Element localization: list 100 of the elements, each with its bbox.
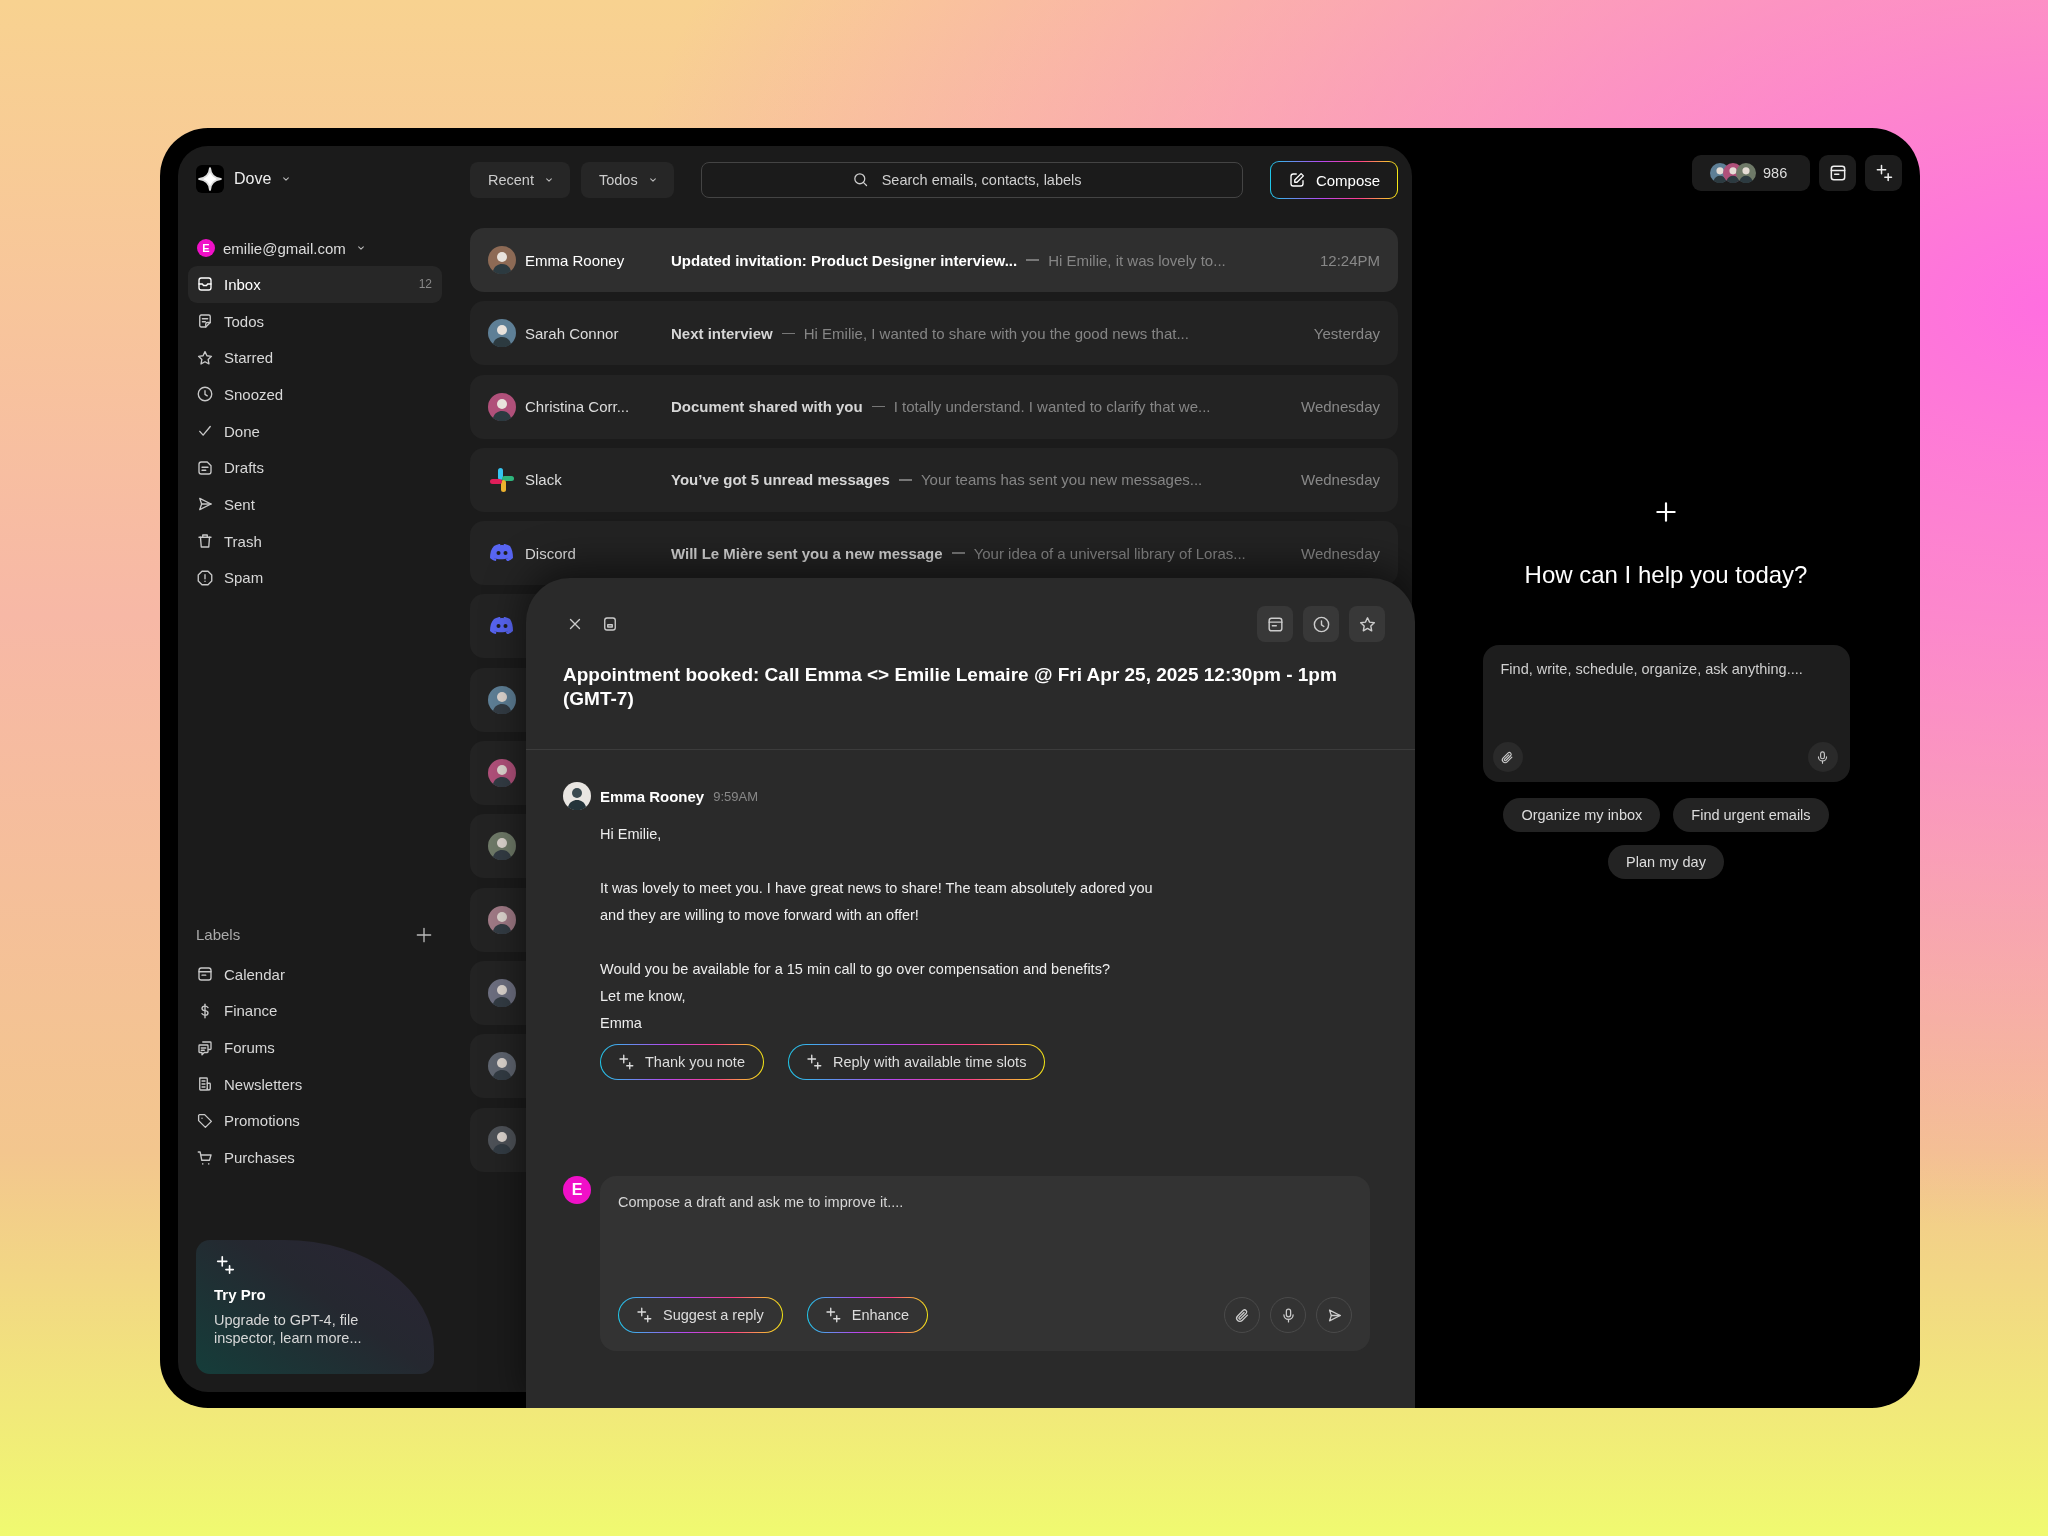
star-button[interactable]: [1349, 606, 1385, 642]
email-time: Yesterday: [1313, 324, 1380, 342]
note-icon: [196, 312, 214, 331]
email-subject: Next interview: [671, 324, 773, 342]
trash-icon: [196, 532, 214, 551]
calendar-button[interactable]: [1819, 155, 1856, 191]
email-row[interactable]: Emma Rooney Updated invitation: Product Designer interview... Hi Emilie, it was lovely to... 12:24PM: [470, 228, 1398, 292]
paperclip-icon: [1233, 1306, 1251, 1324]
email-row[interactable]: Christina Corr... Document shared with you I totally understand. I wanted to clarify that we... Wednesday: [470, 374, 1398, 439]
account-switcher[interactable]: E emilie@gmail.com: [196, 236, 442, 260]
email-preview: I totally understand. I wanted to clarify that we...: [893, 398, 1212, 416]
search-field[interactable]: Search emails, contacts, labels: [700, 162, 1243, 198]
message-paragraph: Hi Emilie,: [600, 825, 663, 844]
email-row[interactable]: Slack You’ve got 5 unread messages Your teams has sent you new messages... Wednesday: [470, 447, 1398, 512]
email-preview: Hi Emilie, I wanted to share with you the good news that...: [803, 324, 1190, 342]
avatar: [488, 759, 516, 788]
sidebar-item[interactable]: Finance: [188, 992, 442, 1030]
sidebar-item[interactable]: Trash: [188, 522, 442, 560]
document-icon: [196, 458, 214, 477]
clock-icon: [196, 385, 214, 404]
sparkles-icon: [823, 1306, 842, 1324]
separator-dash: [781, 332, 795, 335]
filter-dropdown[interactable]: Recent: [470, 162, 570, 198]
separator-dash: [898, 479, 912, 481]
message-paragraph: It was lovely to meet you. I have great news to share! The team absolutely adored you and they are willing to move forward with an offer!: [600, 879, 1154, 925]
email-subject: Document shared with you: [671, 398, 863, 416]
separator-dash: [1026, 259, 1040, 261]
sidebar-item[interactable]: Spam: [188, 559, 442, 597]
sidebar-item[interactable]: Newsletters: [188, 1065, 442, 1103]
email-time: 12:24PM: [1319, 251, 1380, 269]
sender-name: Emma Rooney: [525, 251, 626, 269]
compose-button[interactable]: Compose: [1270, 161, 1398, 199]
email-time: Wednesday: [1301, 471, 1380, 489]
tag-icon: [196, 1111, 214, 1130]
section-heading: Labels: [196, 926, 241, 944]
calendar-button[interactable]: [1257, 606, 1293, 642]
separator-dash: [871, 405, 885, 408]
assistant-heading: How can I help you today?: [1524, 561, 1808, 589]
email-row[interactable]: Discord Will Le Mière sent you a new message Your idea of a universal library of Loras... Wednesday: [470, 521, 1398, 586]
avatar: E: [563, 1176, 591, 1204]
star-icon: [196, 348, 214, 367]
card-title: Try Pro: [214, 1286, 267, 1303]
tray-icon[interactable]: [601, 615, 619, 633]
email-preview: Hi Emilie, it was lovely to...: [1048, 251, 1227, 269]
sparkles-icon: [804, 1053, 823, 1071]
star-icon: [1357, 614, 1377, 634]
email-time: Wednesday: [1301, 398, 1380, 416]
ai-action-button[interactable]: Suggest a reply: [618, 1297, 783, 1333]
sidebar-item[interactable]: Todos: [188, 302, 442, 340]
email-row[interactable]: Sarah Connor Next interview Hi Emilie, I wanted to share with you the good news that... Yesterday: [470, 301, 1398, 366]
edit-icon: [1287, 171, 1306, 189]
avatar: [488, 1052, 516, 1081]
assistant-field[interactable]: Find, write, schedule, organize, ask anything....: [1482, 645, 1850, 782]
filter-dropdown[interactable]: Todos: [580, 162, 674, 198]
sender-name: Christina Corr...: [525, 398, 631, 416]
prompt-chip[interactable]: Find urgent emails: [1673, 798, 1829, 832]
microphone-icon: [1815, 749, 1830, 765]
suggestion-chip[interactable]: Thank you note: [600, 1044, 764, 1080]
email-subject: Updated invitation: Product Designer interview...: [671, 251, 1018, 269]
sender-name: Slack: [525, 471, 563, 489]
sidebar-item[interactable]: Forums: [188, 1029, 442, 1066]
sidebar-item[interactable]: Calendar: [188, 955, 442, 993]
members-button[interactable]: 986: [1692, 155, 1810, 191]
account-email: emilie@gmail.com: [223, 239, 346, 257]
avatar: [488, 392, 516, 421]
sidebar-item[interactable]: Sent: [188, 486, 442, 523]
sidebar-item[interactable]: Promotions: [188, 1102, 442, 1140]
ai-button[interactable]: [1865, 155, 1902, 191]
sender-name: Discord: [525, 544, 577, 562]
avatar: [488, 685, 516, 714]
sidebar-item[interactable]: Done: [188, 412, 442, 450]
unread-count: 12: [418, 277, 432, 292]
calendar-icon: [1265, 614, 1285, 634]
clock-icon: [1311, 614, 1331, 634]
paperclip-icon: [1500, 749, 1515, 765]
email-preview: Your teams has sent you new messages...: [920, 471, 1204, 489]
sidebar-item[interactable]: Purchases: [188, 1139, 442, 1176]
sender-name: Sarah Connor: [525, 324, 620, 342]
chat-icon: [196, 1038, 214, 1057]
workspace-menu[interactable]: Dove: [234, 170, 294, 188]
card-text: Upgrade to GPT-4, file inspector, learn more...: [214, 1311, 363, 1347]
sparkles-icon: [617, 1053, 635, 1071]
upgrade-card[interactable]: Try Pro Upgrade to GPT-4, file inspector, learn more...: [196, 1240, 434, 1374]
sidebar-item[interactable]: Inbox 12: [188, 266, 442, 303]
avatar: [488, 832, 516, 861]
suggestion-chip[interactable]: Reply with available time slots: [787, 1044, 1046, 1080]
prompt-chip[interactable]: Plan my day: [1608, 845, 1724, 879]
email-subject: You’ve got 5 unread messages: [671, 471, 890, 489]
sidebar-item[interactable]: Starred: [188, 339, 442, 377]
inbox-icon: [196, 275, 214, 294]
avatar: [563, 782, 591, 810]
avatar: [488, 246, 516, 274]
sparkles-icon: [214, 1254, 236, 1276]
sidebar-item[interactable]: Drafts: [188, 449, 442, 487]
snooze-button[interactable]: [1303, 606, 1339, 642]
avatar: [488, 905, 516, 934]
prompt-chip[interactable]: Organize my inbox: [1503, 798, 1661, 832]
sparkles-icon: [635, 1306, 653, 1324]
sidebar-item[interactable]: Snoozed: [188, 376, 442, 413]
separator-dash: [951, 552, 965, 554]
